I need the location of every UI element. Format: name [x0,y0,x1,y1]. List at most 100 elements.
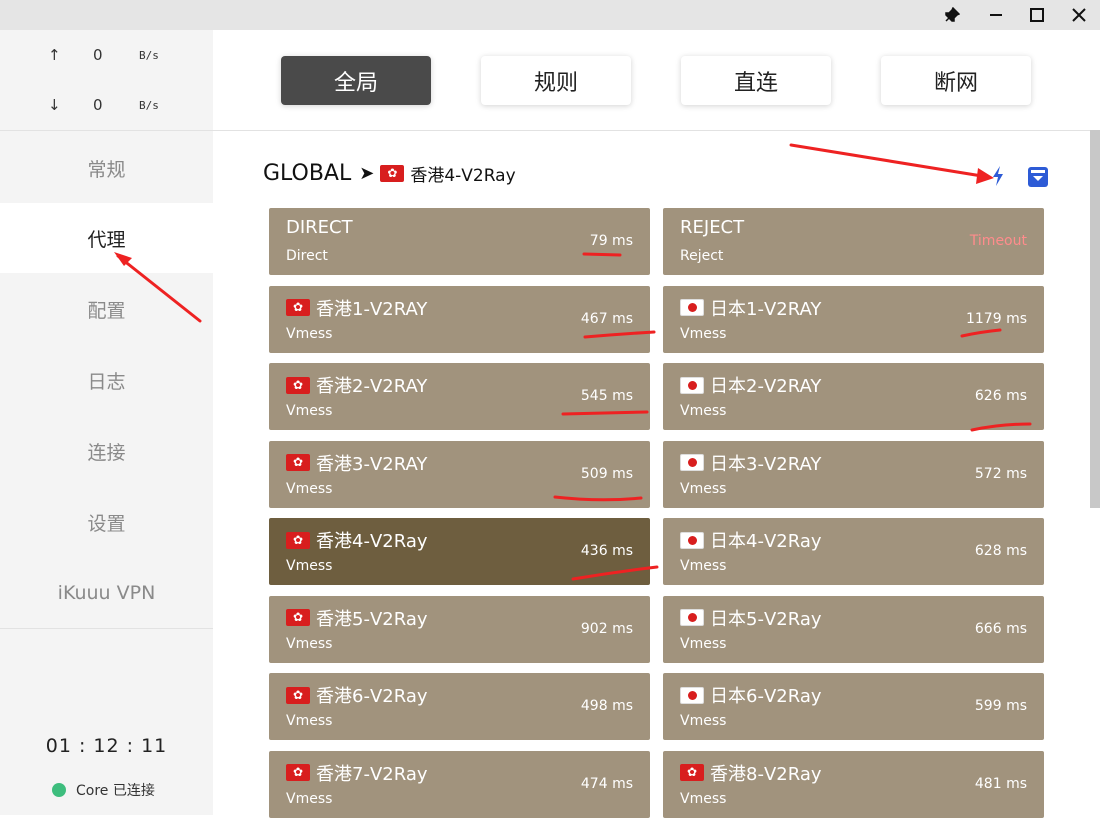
lightning-icon[interactable] [990,165,1006,191]
group-name: GLOBAL [263,161,352,186]
proxy-card[interactable]: 日本3-V2RAY Vmess 572 ms [663,440,1044,508]
proxy-name: 香港2-V2RAY [286,372,427,398]
proxy-type: Reject [680,248,724,264]
mode-offline-button[interactable]: 断网 [881,56,1031,105]
proxy-name-text: 日本3-V2RAY [710,453,822,475]
proxy-name: 香港3-V2RAY [286,450,427,476]
proxy-name-text: 日本5-V2Ray [710,608,822,630]
proxy-type: Vmess [680,790,727,807]
mode-bar: 全局 规则 直连 断网 [213,30,1100,131]
proxy-card[interactable]: 日本2-V2RAY Vmess 626 ms [663,363,1044,430]
proxy-card[interactable]: 日本5-V2Ray Vmess 666 ms [663,595,1044,663]
download-speed: ↓ 0 B/s [0,96,213,116]
proxy-delay[interactable]: 666 ms [975,621,1027,637]
hk-flag-icon [680,763,704,781]
mode-rule-button[interactable]: 规则 [481,56,631,105]
close-icon[interactable] [1059,0,1099,30]
proxy-name-text: 日本4-V2Ray [710,531,822,552]
minimize-icon[interactable] [976,0,1016,30]
proxy-name-text: REJECT [680,217,745,238]
sidebar-item-ikuuu-vpn[interactable]: iKuuu VPN [0,558,213,628]
proxy-name: 日本2-V2RAY [680,372,821,398]
proxy-name-text: 香港6-V2Ray [316,686,428,707]
proxy-delay[interactable]: 436 ms [581,543,633,559]
proxy-name-text: 香港7-V2Ray [316,763,428,785]
sidebar-item-connections[interactable]: 连接 [0,416,213,486]
proxy-delay[interactable]: 626 ms [975,388,1027,404]
proxy-delay[interactable]: 628 ms [975,543,1027,559]
proxy-card[interactable]: 日本1-V2RAY Vmess 1179 ms [663,285,1044,353]
proxy-name: 香港6-V2Ray [286,682,428,708]
hk-flag-icon [380,164,405,182]
proxy-name-text: DIRECT [286,217,353,238]
sidebar-divider [0,628,213,629]
mode-global-button[interactable]: 全局 [281,56,431,105]
uptime-clock: 01 : 12 : 11 [45,735,168,757]
proxy-type: Vmess [286,790,333,807]
sidebar-item-logs[interactable]: 日志 [0,345,213,415]
proxy-name-text: 香港3-V2RAY [316,453,428,475]
core-status-label: Core 已连接 [76,783,155,799]
proxy-card[interactable]: 日本4-V2Ray Vmess 628 ms [663,518,1044,585]
proxy-name-text: 香港5-V2Ray [316,608,428,630]
scrollbar[interactable] [1090,130,1100,508]
sidebar-divider [0,130,213,131]
proxy-type: Vmess [680,558,727,574]
mode-direct-button[interactable]: 直连 [681,56,831,105]
proxy-name: 日本4-V2Ray [680,527,822,553]
hk-flag-icon [286,298,310,316]
proxy-name: 香港1-V2RAY [286,295,427,321]
sidebar-item-settings[interactable]: 设置 [0,487,213,557]
proxy-name: 香港7-V2Ray [286,760,428,786]
proxy-name-text: 香港1-V2RAY [316,298,428,320]
hk-flag-icon [286,608,310,626]
hk-flag-icon [286,763,310,781]
proxy-card[interactable]: 香港2-V2RAY Vmess 545 ms [269,363,650,430]
proxy-delay[interactable]: 1179 ms [966,311,1027,327]
jp-flag-icon [680,299,704,316]
proxy-delay[interactable]: 545 ms [581,388,633,404]
proxy-delay[interactable]: 599 ms [975,698,1027,714]
proxy-card[interactable]: 香港5-V2Ray Vmess 902 ms [269,595,650,663]
proxy-card[interactable]: 日本6-V2Ray Vmess 599 ms [663,673,1044,740]
proxy-group-header[interactable]: GLOBAL ➤ 香港4-V2Ray [263,161,516,186]
proxy-type: Vmess [286,403,333,419]
proxy-delay[interactable]: 474 ms [581,776,633,792]
proxy-type: Vmess [286,558,333,574]
proxy-delay[interactable]: 572 ms [975,466,1027,482]
proxy-card[interactable]: 香港1-V2RAY Vmess 467 ms [269,285,650,353]
jp-flag-icon [680,686,704,704]
jp-flag-icon [680,609,704,626]
proxy-name-text: 日本1-V2RAY [710,298,822,320]
proxy-delay[interactable]: 79 ms [590,233,633,249]
proxy-name-text: 日本2-V2RAY [710,376,822,397]
proxy-name: 香港5-V2Ray [286,605,428,631]
proxy-delay[interactable]: 509 ms [581,466,633,482]
jp-flag-icon [680,531,704,549]
upload-speed: ↑ 0 B/s [0,46,213,66]
sidebar-item-profiles[interactable]: 配置 [0,274,213,344]
sidebar-item-general[interactable]: 常规 [0,133,213,203]
proxy-type: Vmess [680,325,727,342]
proxy-delay[interactable]: 902 ms [581,621,633,637]
proxy-type: Vmess [680,713,727,729]
sidebar-item-proxy[interactable]: 代理 [0,203,213,273]
proxy-card[interactable]: 香港7-V2Ray Vmess 474 ms [269,750,650,818]
proxy-delay[interactable]: 498 ms [581,698,633,714]
pin-icon[interactable] [932,0,972,30]
proxy-name-text: 香港2-V2RAY [316,376,428,397]
proxy-delay[interactable]: 481 ms [975,776,1027,792]
hk-flag-icon [286,531,310,549]
proxy-type: Vmess [680,480,727,497]
proxy-delay[interactable]: Timeout [970,233,1027,249]
proxy-card[interactable]: 香港6-V2Ray Vmess 498 ms [269,673,650,740]
proxy-card[interactable]: 香港8-V2Ray Vmess 481 ms [663,750,1044,818]
proxy-card[interactable]: 香港3-V2RAY Vmess 509 ms [269,440,650,508]
proxy-card[interactable]: REJECT Reject Timeout [663,208,1044,275]
proxy-delay[interactable]: 467 ms [581,311,633,327]
title-bar [0,0,1100,30]
collapse-icon[interactable] [1028,167,1048,191]
proxy-card[interactable]: 香港4-V2Ray Vmess 436 ms [269,518,650,585]
maximize-icon[interactable] [1017,0,1057,30]
proxy-card[interactable]: DIRECT Direct 79 ms [269,208,650,275]
